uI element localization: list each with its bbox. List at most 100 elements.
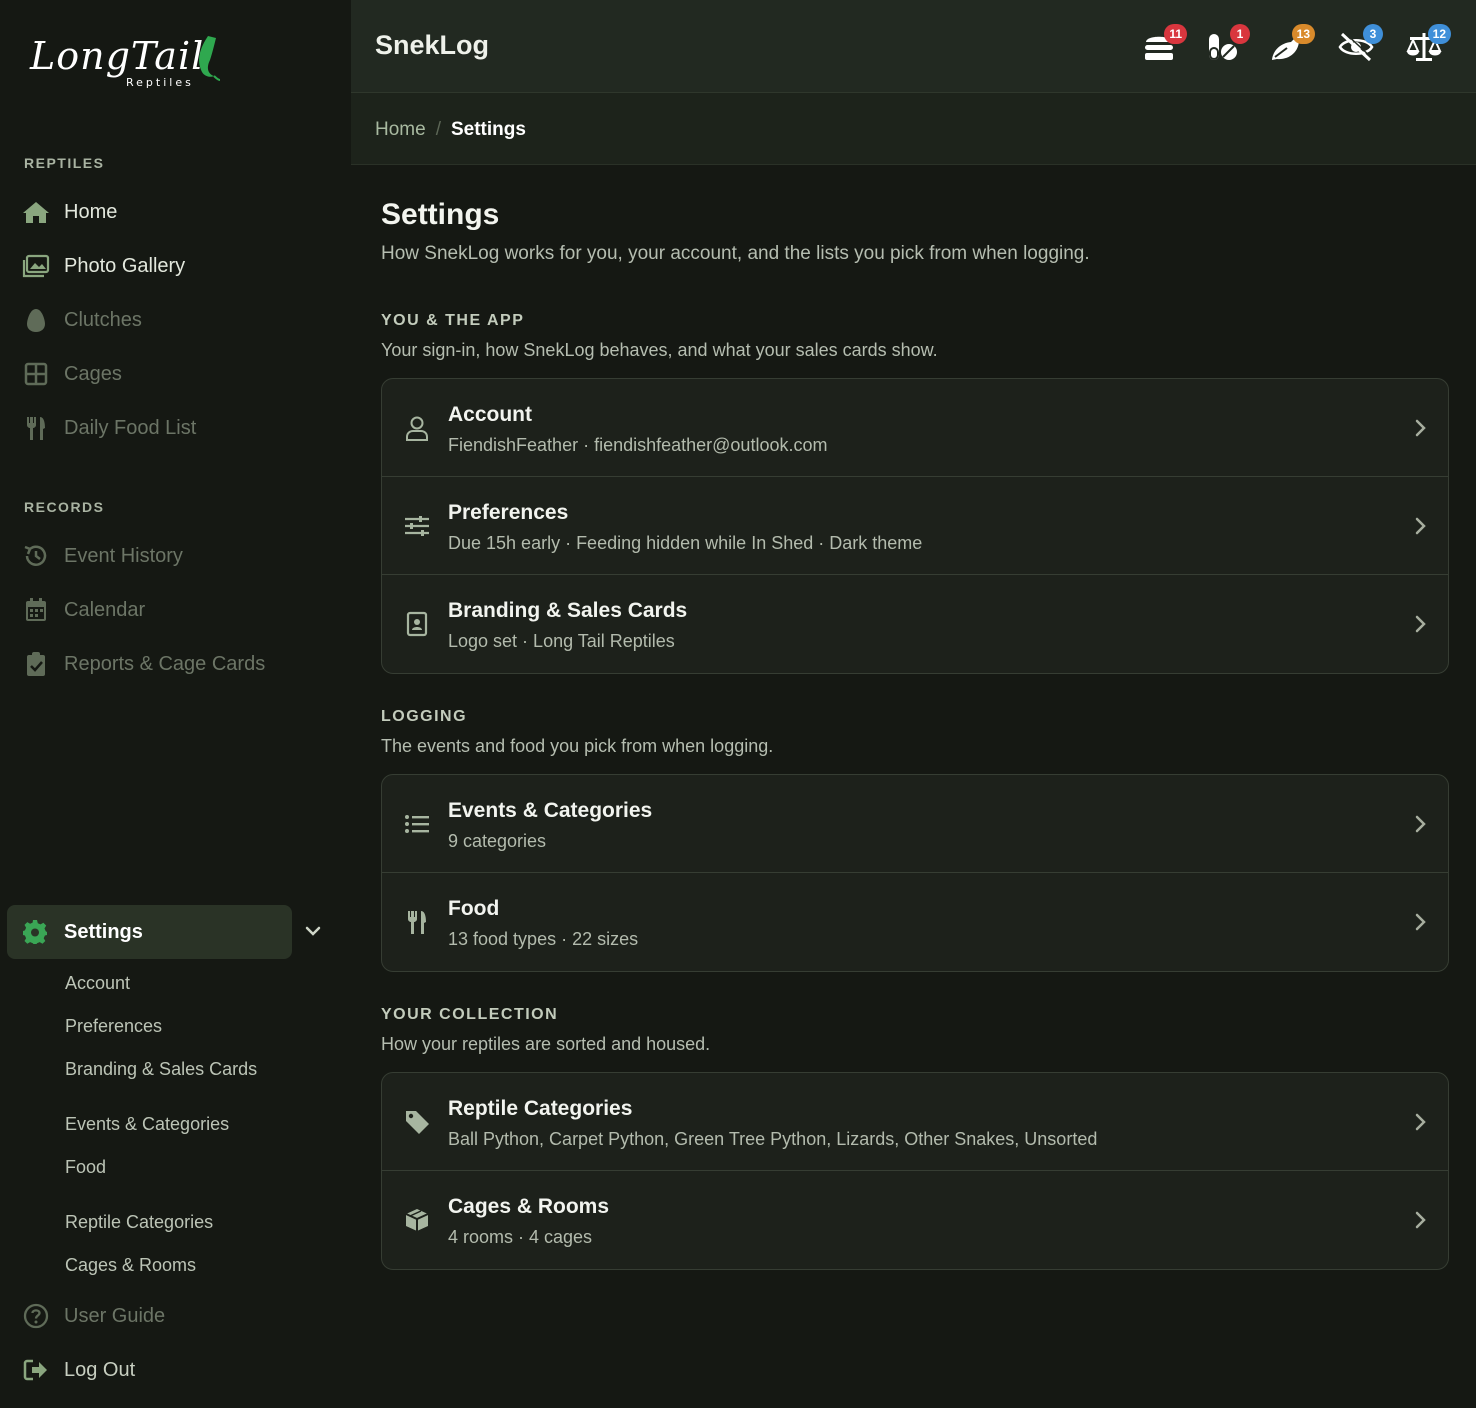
settings-row-reptile-categories[interactable]: Reptile Categories Ball Python, Carpet P… bbox=[382, 1073, 1448, 1171]
row-subtitle: 13 food types · 22 sizes bbox=[448, 929, 639, 949]
group-title-you-and-app: YOU & THE APP bbox=[381, 312, 525, 329]
top-bar: SnekLog 11 1 13 3 12 bbox=[351, 0, 1476, 93]
settings-card-your-collection: Reptile Categories Ball Python, Carpet P… bbox=[381, 1072, 1449, 1270]
nav-label: Event History bbox=[64, 544, 183, 567]
group-title-logging: LOGGING bbox=[381, 708, 468, 725]
notif-hidden[interactable]: 3 bbox=[1337, 24, 1383, 64]
clipboard-check-icon bbox=[22, 650, 50, 678]
row-subtitle: Ball Python, Carpet Python, Green Tree P… bbox=[448, 1129, 1098, 1149]
nav-item-settings[interactable]: Settings bbox=[7, 905, 292, 959]
nav-item-daily-food-list[interactable]: Daily Food List bbox=[22, 408, 196, 448]
logo-subtitle: Reptiles bbox=[126, 76, 194, 89]
breadcrumb-current: Settings bbox=[450, 119, 526, 140]
nav-item-photo-gallery[interactable]: Photo Gallery bbox=[22, 246, 185, 286]
nav-label: Reports & Cage Cards bbox=[64, 652, 266, 675]
chevron-right-icon bbox=[1414, 418, 1428, 443]
nav-item-cages[interactable]: Cages bbox=[22, 354, 122, 394]
nav-item-clutches[interactable]: Clutches bbox=[22, 300, 142, 340]
sub-item-food[interactable]: Food bbox=[65, 1157, 106, 1178]
breadcrumb-home[interactable]: Home bbox=[375, 119, 426, 141]
settings-card-you-and-app: Account FiendishFeather · fiendishfeathe… bbox=[381, 378, 1449, 674]
nav-label: Calendar bbox=[64, 598, 146, 621]
help-circle-icon bbox=[22, 1302, 50, 1330]
lizard-logo-icon bbox=[199, 36, 220, 81]
notif-badge: 12 bbox=[1427, 24, 1451, 44]
calendar-icon bbox=[22, 596, 50, 624]
sub-item-account[interactable]: Account bbox=[65, 973, 130, 994]
row-subtitle: FiendishFeather · fiendishfeather@outloo… bbox=[448, 435, 828, 455]
chevron-right-icon bbox=[1414, 912, 1428, 937]
settings-card-logging: Events & Categories 9 categories Food 13… bbox=[381, 774, 1449, 972]
utensils-icon bbox=[22, 414, 50, 442]
sub-item-reptile-categories[interactable]: Reptile Categories bbox=[65, 1212, 213, 1233]
grid-icon bbox=[22, 360, 50, 388]
settings-row-preferences[interactable]: Preferences Due 15h early · Feeding hidd… bbox=[382, 477, 1448, 575]
nav-label: Clutches bbox=[64, 308, 142, 331]
settings-chevron-down-icon[interactable] bbox=[302, 920, 324, 947]
nav-item-user-guide[interactable]: User Guide bbox=[22, 1296, 165, 1336]
settings-row-branding[interactable]: Branding & Sales Cards Logo set · Long T… bbox=[382, 575, 1448, 673]
breadcrumb: Home / Settings bbox=[375, 119, 526, 141]
box-icon bbox=[404, 1207, 430, 1233]
breadcrumb-separator: / bbox=[435, 119, 441, 140]
settings-row-events-categories[interactable]: Events & Categories 9 categories bbox=[382, 775, 1448, 873]
row-title: Events & Categories bbox=[448, 799, 653, 822]
chevron-right-icon bbox=[1414, 1112, 1428, 1137]
chevron-right-icon bbox=[1414, 516, 1428, 541]
notif-feeding[interactable]: 11 bbox=[1141, 24, 1187, 64]
sub-item-preferences[interactable]: Preferences bbox=[65, 1016, 162, 1037]
sub-item-cages-rooms[interactable]: Cages & Rooms bbox=[65, 1255, 196, 1276]
nav-label: Photo Gallery bbox=[64, 254, 186, 277]
row-title: Cages & Rooms bbox=[448, 1195, 610, 1218]
list-icon bbox=[404, 811, 430, 837]
nav-label: Log Out bbox=[64, 1358, 136, 1381]
sub-item-branding[interactable]: Branding & Sales Cards bbox=[65, 1059, 257, 1080]
brand-logo[interactable]: LongTail Reptiles bbox=[30, 30, 220, 94]
row-title: Account bbox=[448, 403, 532, 426]
utensils-icon bbox=[404, 909, 430, 935]
tag-icon bbox=[404, 1109, 430, 1135]
notif-badge: 1 bbox=[1230, 24, 1250, 44]
id-badge-icon bbox=[404, 611, 430, 637]
nav-item-calendar[interactable]: Calendar bbox=[22, 590, 145, 630]
row-subtitle: Logo set · Long Tail Reptiles bbox=[448, 631, 675, 651]
row-title: Branding & Sales Cards bbox=[448, 599, 688, 622]
sidebar: LongTail Reptiles REPTILES Home Photo Ga… bbox=[0, 0, 351, 1408]
nav-label: Daily Food List bbox=[64, 416, 197, 439]
sign-out-icon bbox=[22, 1356, 50, 1384]
sub-item-events-categories[interactable]: Events & Categories bbox=[65, 1114, 229, 1135]
page-title: Settings bbox=[381, 198, 500, 231]
nav-label: User Guide bbox=[64, 1304, 166, 1327]
group-desc-your-collection: How your reptiles are sorted and housed. bbox=[381, 1034, 711, 1054]
gear-icon bbox=[22, 919, 50, 945]
settings-row-cages-rooms[interactable]: Cages & Rooms 4 rooms · 4 cages bbox=[382, 1171, 1448, 1269]
logo-wordmark: LongTail bbox=[30, 34, 205, 78]
notif-shedding[interactable]: 13 bbox=[1269, 24, 1315, 64]
settings-row-account[interactable]: Account FiendishFeather · fiendishfeathe… bbox=[382, 379, 1448, 477]
nav-item-home[interactable]: Home bbox=[22, 192, 117, 232]
notif-badge: 13 bbox=[1291, 24, 1315, 44]
settings-row-food[interactable]: Food 13 food types · 22 sizes bbox=[382, 873, 1448, 971]
row-subtitle: 9 categories bbox=[448, 831, 547, 851]
chevron-right-icon bbox=[1414, 614, 1428, 639]
nav-label-settings: Settings bbox=[64, 920, 143, 943]
nav-item-event-history[interactable]: Event History bbox=[22, 536, 183, 576]
notif-badge: 11 bbox=[1164, 24, 1187, 44]
notif-weigh[interactable]: 12 bbox=[1405, 24, 1451, 64]
app-title: SnekLog bbox=[375, 30, 490, 60]
breadcrumb-bar: Home / Settings bbox=[351, 93, 1476, 165]
home-icon bbox=[22, 198, 50, 226]
nav-item-log-out[interactable]: Log Out bbox=[22, 1350, 135, 1390]
group-desc-logging: The events and food you pick from when l… bbox=[381, 736, 774, 756]
egg-icon bbox=[22, 306, 50, 334]
group-title-your-collection: YOUR COLLECTION bbox=[381, 1006, 559, 1023]
nav-label: Cages bbox=[64, 362, 122, 385]
nav-label: Home bbox=[64, 200, 118, 223]
notif-badge: 3 bbox=[1363, 24, 1383, 44]
photo-gallery-icon bbox=[22, 252, 50, 280]
nav-item-reports-cage-cards[interactable]: Reports & Cage Cards bbox=[22, 644, 265, 684]
chevron-right-icon bbox=[1414, 814, 1428, 839]
group-desc-you-and-app: Your sign-in, how SnekLog behaves, and w… bbox=[381, 340, 938, 360]
row-title: Reptile Categories bbox=[448, 1097, 633, 1120]
notif-medication[interactable]: 1 bbox=[1204, 24, 1250, 64]
